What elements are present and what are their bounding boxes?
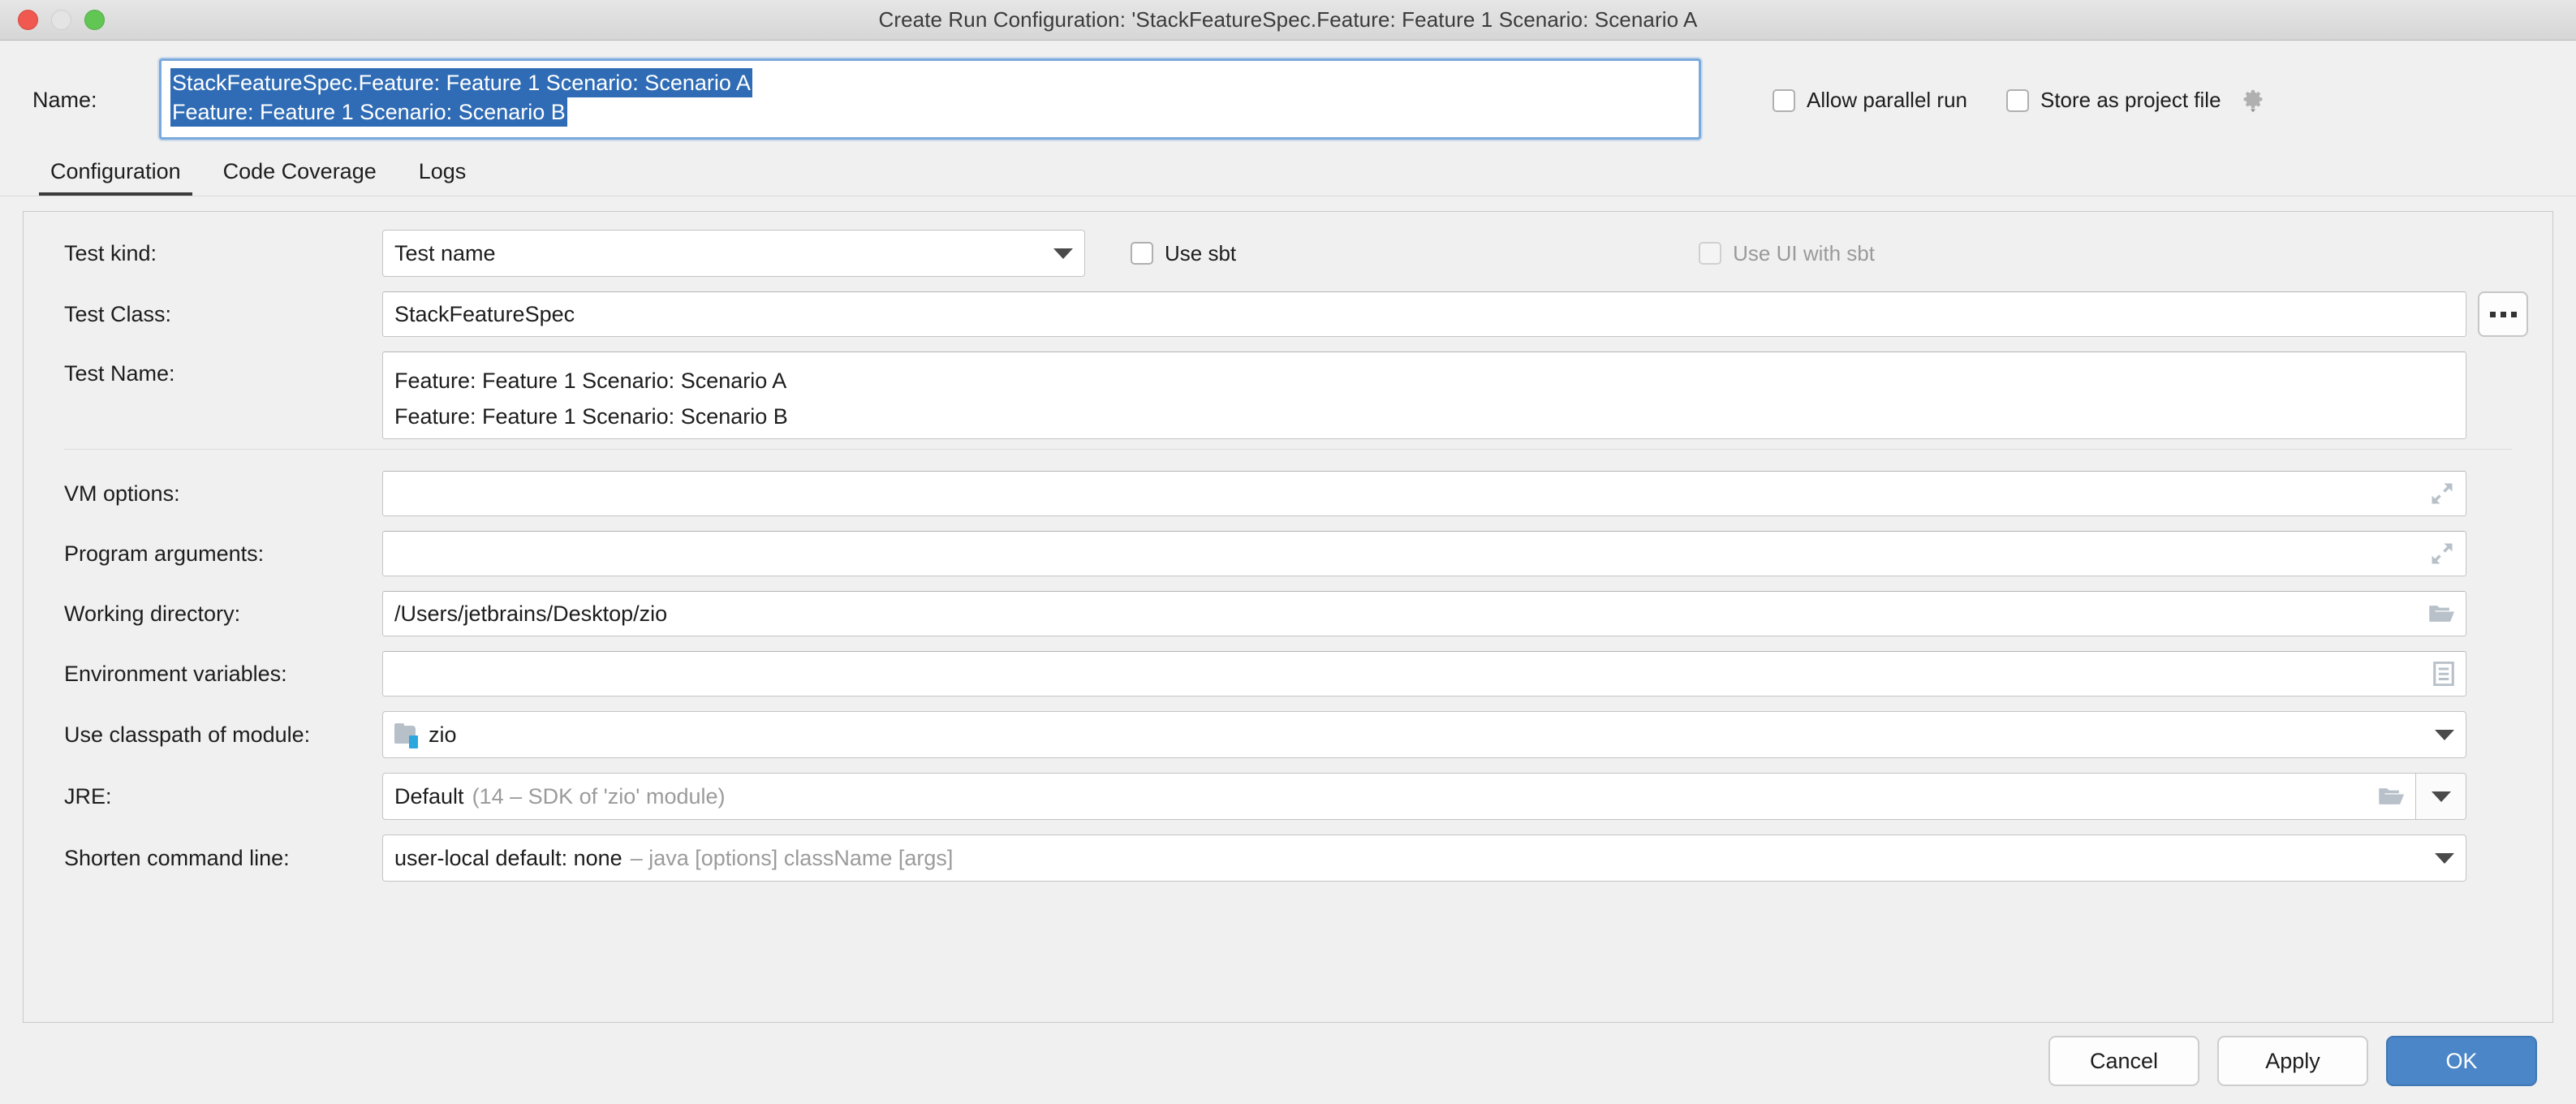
environment-variables-label: Environment variables: [41,662,382,687]
shorten-command-line-row: Shorten command line: user-local default… [24,834,2552,882]
jre-row: JRE: Default (14 – SDK of 'zio' module) [24,773,2552,820]
test-name-value-line-1: Feature: Feature 1 Scenario: Scenario A [394,363,786,399]
ok-button[interactable]: OK [2386,1036,2537,1086]
jre-hint: (14 – SDK of 'zio' module) [472,784,726,809]
vm-options-input[interactable] [382,471,2466,516]
shorten-command-line-hint: – java [options] className [args] [631,846,954,871]
apply-button-label: Apply [2265,1049,2320,1074]
test-name-row: Test Name: Feature: Feature 1 Scenario: … [24,351,2552,439]
name-row-options: Allow parallel run Store as project file [1773,88,2576,113]
test-class-input[interactable]: StackFeatureSpec [382,291,2466,337]
tab-logs[interactable]: Logs [398,159,488,196]
window-title: Create Run Configuration: 'StackFeatureS… [0,7,2576,32]
use-ui-with-sbt-checkbox: Use UI with sbt [1699,241,1875,266]
working-directory-input[interactable]: /Users/jetbrains/Desktop/zio [382,591,2466,636]
test-name-label: Test Name: [41,351,382,386]
name-value-line-1: StackFeatureSpec.Feature: Feature 1 Scen… [170,68,752,97]
module-icon [394,723,419,746]
close-window-button[interactable] [18,10,38,30]
list-icon[interactable] [2433,662,2454,686]
chevron-down-icon [2435,853,2454,864]
configuration-panel: Test kind: Test name Use sbt Use UI with… [23,211,2553,1023]
name-label: Name: [0,88,159,113]
name-value-line-2: Feature: Feature 1 Scenario: Scenario B [170,97,567,127]
browse-test-class-button[interactable] [2478,291,2528,337]
test-class-label: Test Class: [41,302,382,327]
use-classpath-of-module-label: Use classpath of module: [41,722,382,748]
chevron-down-icon [1053,248,1073,259]
tab-configuration-label: Configuration [50,159,181,183]
folder-icon[interactable] [2428,603,2454,624]
shorten-command-line-label: Shorten command line: [41,846,382,871]
vm-options-label: VM options: [41,481,382,507]
allow-parallel-run-label: Allow parallel run [1807,88,1967,113]
checkbox-box [2006,89,2029,112]
use-classpath-of-module-dropdown[interactable]: zio [382,711,2466,758]
shorten-command-line-dropdown[interactable]: user-local default: none – java [options… [382,834,2466,882]
test-name-input[interactable]: Feature: Feature 1 Scenario: Scenario A … [382,351,2466,439]
jre-label: JRE: [41,784,382,809]
tab-logs-label: Logs [419,159,467,183]
create-run-configuration-dialog: Create Run Configuration: 'StackFeatureS… [0,0,2576,1104]
checkbox-box [1773,89,1795,112]
test-name-value-line-2: Feature: Feature 1 Scenario: Scenario B [394,399,788,434]
program-arguments-row: Program arguments: [24,531,2552,576]
test-kind-row: Test kind: Test name Use sbt Use UI with… [24,230,2552,277]
test-kind-value: Test name [394,241,496,266]
chevron-down-icon [2432,791,2451,802]
tab-configuration[interactable]: Configuration [29,159,202,196]
program-arguments-input[interactable] [382,531,2466,576]
use-ui-with-sbt-label: Use UI with sbt [1733,241,1875,266]
cancel-button[interactable]: Cancel [2048,1036,2199,1086]
allow-parallel-run-checkbox[interactable]: Allow parallel run [1773,88,1967,113]
working-directory-label: Working directory: [41,602,382,627]
expand-icon[interactable] [2430,481,2454,506]
use-sbt-label: Use sbt [1165,241,1236,266]
test-kind-dropdown[interactable]: Test name [382,230,1085,277]
checkbox-box [1699,242,1721,265]
section-divider [64,449,2512,450]
use-sbt-checkbox[interactable]: Use sbt [1131,241,1236,266]
cancel-button-label: Cancel [2090,1049,2158,1074]
test-class-row: Test Class: StackFeatureSpec [24,291,2552,337]
tab-code-coverage[interactable]: Code Coverage [202,159,398,196]
use-classpath-of-module-row: Use classpath of module: zio [24,711,2552,758]
store-as-project-file-checkbox[interactable]: Store as project file [2006,88,2265,113]
use-classpath-of-module-value: zio [429,722,457,748]
working-directory-value: /Users/jetbrains/Desktop/zio [394,602,667,627]
working-directory-row: Working directory: /Users/jetbrains/Desk… [24,591,2552,636]
title-bar: Create Run Configuration: 'StackFeatureS… [0,0,2576,41]
name-input[interactable]: StackFeatureSpec.Feature: Feature 1 Scen… [159,58,1701,140]
ok-button-label: OK [2445,1049,2477,1074]
chevron-down-icon [2435,730,2454,740]
folder-icon[interactable] [2378,786,2404,807]
dialog-button-bar: Cancel Apply OK [0,1023,2576,1104]
zoom-window-button[interactable] [84,10,105,30]
environment-variables-input[interactable] [382,651,2466,696]
checkbox-box [1131,242,1153,265]
program-arguments-label: Program arguments: [41,541,382,567]
tab-code-coverage-label: Code Coverage [223,159,377,183]
name-row: Name: StackFeatureSpec.Feature: Feature … [0,41,2576,146]
shorten-command-line-value: user-local default: none [394,846,622,871]
environment-variables-row: Environment variables: [24,651,2552,696]
store-as-project-file-label: Store as project file [2040,88,2221,113]
minimize-window-button[interactable] [51,10,71,30]
gear-icon[interactable] [2241,88,2265,113]
tab-bar: Configuration Code Coverage Logs [0,146,2576,196]
expand-icon[interactable] [2430,541,2454,566]
test-kind-label: Test kind: [41,241,382,266]
jre-input[interactable]: Default (14 – SDK of 'zio' module) [382,773,2416,820]
window-controls [18,10,105,30]
jre-value: Default [394,784,464,809]
test-class-value: StackFeatureSpec [394,302,575,327]
apply-button[interactable]: Apply [2217,1036,2368,1086]
vm-options-row: VM options: [24,471,2552,516]
jre-dropdown-button[interactable] [2416,773,2466,820]
